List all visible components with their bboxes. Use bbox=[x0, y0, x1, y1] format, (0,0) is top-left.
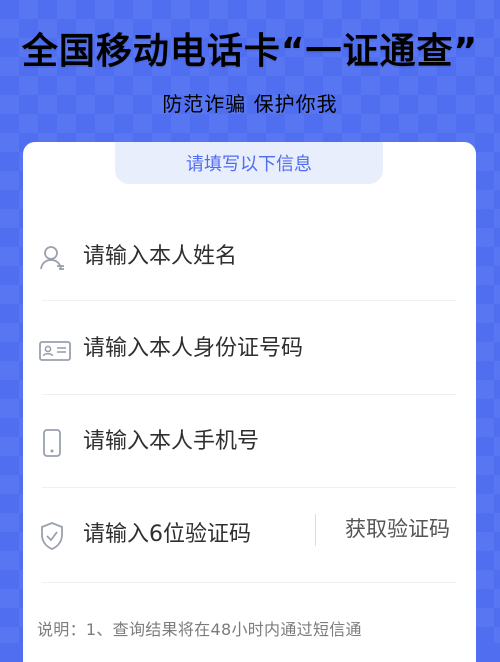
divider bbox=[42, 394, 456, 395]
phone-input[interactable]: 请输入本人手机号 bbox=[83, 423, 259, 455]
otp-divider bbox=[315, 514, 316, 546]
divider bbox=[42, 300, 456, 301]
form-card: 请填写以下信息 请输入本人姓名 请输入本人身份证号码 请输入本人手机号 请输入6… bbox=[23, 142, 476, 662]
divider bbox=[42, 582, 456, 583]
id-number-input[interactable]: 请输入本人身份证号码 bbox=[83, 330, 303, 362]
form-header-label: 请填写以下信息 bbox=[186, 154, 312, 175]
verification-code-input[interactable]: 请输入6位验证码 bbox=[83, 516, 251, 548]
name-field[interactable]: 请输入本人姓名 bbox=[23, 212, 476, 304]
form-header-tab: 请填写以下信息 bbox=[115, 142, 383, 184]
page-title: 全国移动电话卡“一证通查” bbox=[21, 31, 479, 72]
page-subtitle: 防范诈骗 保护你我 bbox=[162, 92, 338, 116]
get-code-button[interactable]: 获取验证码 bbox=[345, 513, 450, 543]
divider bbox=[42, 487, 456, 488]
name-input[interactable]: 请输入本人姓名 bbox=[83, 238, 237, 270]
id-card-icon bbox=[39, 336, 71, 364]
phone-icon bbox=[39, 429, 65, 457]
phone-field[interactable]: 请输入本人手机号 bbox=[23, 397, 476, 489]
form-note: 说明：1、查询结果将在48小时内通过短信通 bbox=[37, 620, 362, 639]
user-icon bbox=[39, 244, 65, 272]
shield-check-icon bbox=[39, 522, 65, 550]
verification-code-field[interactable]: 请输入6位验证码 获取验证码 bbox=[23, 490, 476, 582]
id-number-field[interactable]: 请输入本人身份证号码 bbox=[23, 304, 476, 396]
